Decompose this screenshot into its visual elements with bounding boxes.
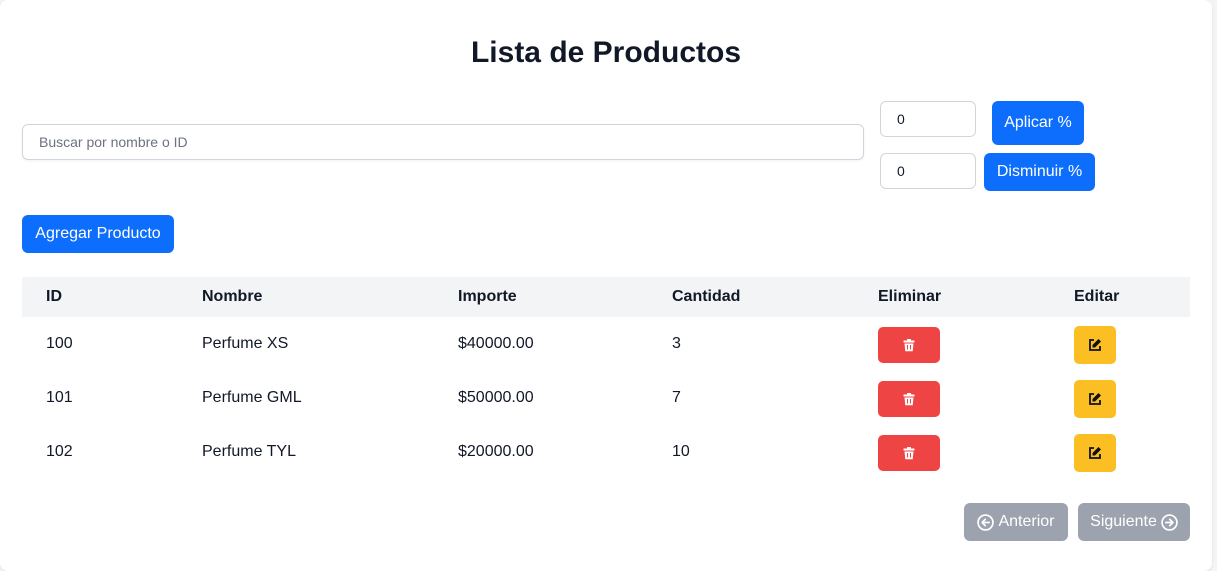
apply-percent-button[interactable]: Aplicar % — [992, 101, 1084, 145]
next-page-label: Siguiente — [1090, 513, 1157, 530]
arrow-right-circle-icon — [1161, 513, 1178, 531]
edit-button[interactable] — [1074, 326, 1116, 364]
cell-importe: $50000.00 — [458, 389, 534, 406]
cell-nombre: Perfume GML — [202, 389, 302, 406]
page-title: Lista de Productos — [470, 36, 742, 69]
add-product-button[interactable]: Agregar Producto — [22, 215, 174, 253]
table-row: 101 Perfume GML $50000.00 7 — [22, 371, 1190, 425]
arrow-left-circle-icon — [977, 513, 995, 531]
cell-editar — [1074, 371, 1190, 425]
cell-id: 101 — [46, 389, 73, 406]
edit-button[interactable] — [1074, 434, 1116, 472]
delete-button[interactable] — [878, 381, 940, 417]
table-row: 100 Perfume XS $40000.00 3 — [22, 317, 1190, 371]
edit-button[interactable] — [1074, 380, 1116, 418]
header-cantidad: Cantidad — [672, 288, 741, 305]
header-editar: Editar — [1074, 288, 1120, 305]
previous-page-label: Anterior — [998, 513, 1055, 530]
trash-icon — [903, 338, 915, 351]
decrease-percent-input[interactable] — [880, 153, 976, 189]
decrease-percent-button[interactable]: Disminuir % — [984, 153, 1095, 191]
cell-eliminar — [878, 425, 1074, 479]
trash-icon — [903, 392, 915, 405]
cell-cantidad: 3 — [672, 335, 681, 352]
cell-cantidad: 7 — [672, 389, 681, 406]
delete-button[interactable] — [878, 327, 940, 363]
cell-id: 102 — [46, 443, 73, 460]
table-header-row: ID Nombre Importe Cantidad Eliminar Edit… — [22, 277, 1190, 317]
products-table: ID Nombre Importe Cantidad Eliminar Edit… — [22, 277, 1190, 479]
header-id: ID — [46, 288, 62, 305]
header-importe: Importe — [458, 288, 517, 305]
cell-nombre: Perfume XS — [202, 335, 289, 352]
increase-percent-input[interactable] — [880, 101, 976, 137]
cell-nombre: Perfume TYL — [202, 443, 296, 460]
header-eliminar: Eliminar — [878, 288, 942, 305]
cell-id: 100 — [46, 335, 73, 352]
header-nombre: Nombre — [202, 288, 263, 305]
cell-importe: $40000.00 — [458, 335, 534, 352]
cell-cantidad: 10 — [672, 443, 690, 460]
trash-icon — [903, 446, 915, 459]
cell-eliminar — [878, 317, 1074, 371]
cell-editar — [1074, 425, 1190, 479]
cell-editar — [1074, 317, 1190, 371]
cell-eliminar — [878, 371, 1074, 425]
search-input[interactable] — [22, 124, 864, 160]
edit-icon — [1089, 393, 1101, 405]
edit-icon — [1089, 447, 1101, 459]
previous-page-button[interactable]: Anterior — [964, 503, 1068, 541]
products-card: Lista de Productos Aplicar % Disminuir %… — [0, 0, 1212, 571]
table-row: 102 Perfume TYL $20000.00 10 — [22, 425, 1190, 479]
delete-button[interactable] — [878, 435, 940, 471]
cell-importe: $20000.00 — [458, 443, 534, 460]
next-page-button[interactable]: Siguiente — [1078, 503, 1190, 541]
edit-icon — [1089, 339, 1101, 351]
